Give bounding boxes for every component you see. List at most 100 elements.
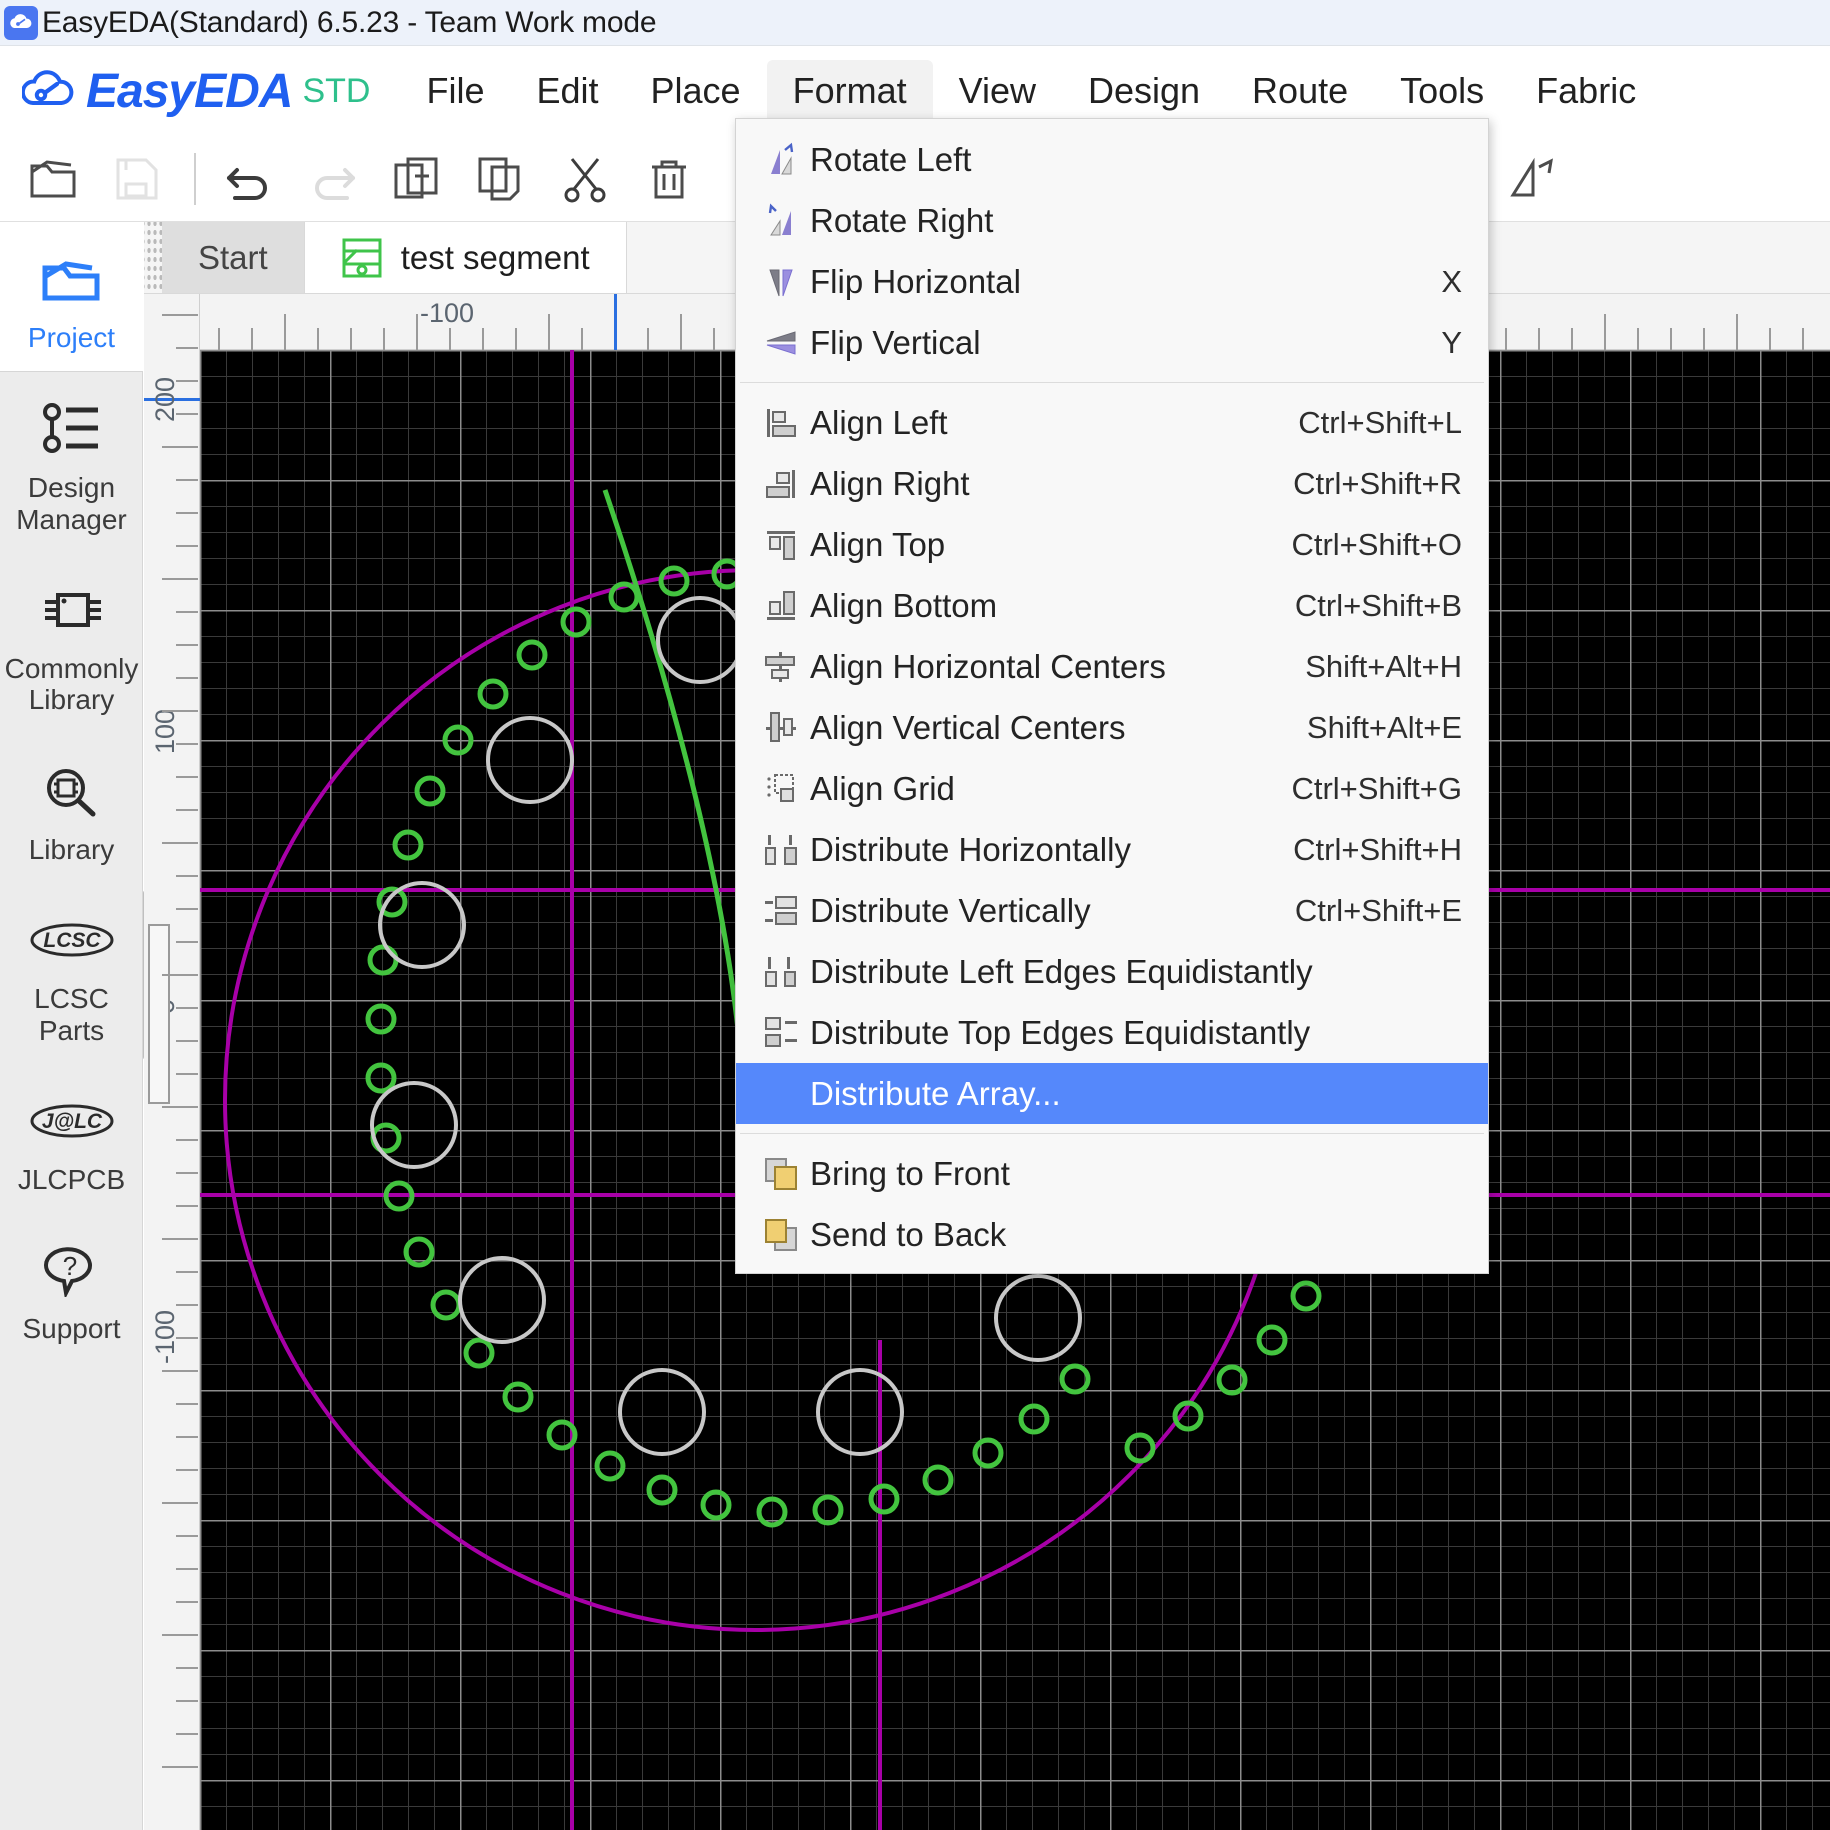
menu-item-label: Send to Back bbox=[810, 1215, 1007, 1253]
menu-item-shortcut: Ctrl+Shift+E bbox=[1294, 892, 1462, 928]
toolbar-separator bbox=[194, 152, 196, 205]
tab-test-segment[interactable]: test segment bbox=[304, 222, 627, 293]
menu-item-label: Align Horizontal Centers bbox=[810, 647, 1166, 685]
sidebar-item-library[interactable]: Library bbox=[0, 734, 143, 883]
menu-edit[interactable]: Edit bbox=[510, 60, 624, 122]
svg-text:?: ? bbox=[62, 1251, 76, 1281]
align-vertical-centers-icon bbox=[752, 708, 810, 748]
menu-divider bbox=[740, 382, 1484, 383]
menu-view[interactable]: View bbox=[933, 60, 1062, 122]
sidebar-item-lcsc-parts[interactable]: LCSC LCSC Parts bbox=[0, 883, 143, 1064]
sidebar-item-label: Support bbox=[22, 1313, 121, 1345]
menu-item-label: Distribute Array... bbox=[810, 1074, 1061, 1112]
ruler-label-y-200: 200 bbox=[150, 376, 180, 422]
menu-item-distribute-left-edges-equidistantly[interactable]: Distribute Left Edges Equidistantly bbox=[736, 941, 1488, 1002]
menu-route[interactable]: Route bbox=[1226, 60, 1374, 122]
distribute-top-edges-icon bbox=[752, 1013, 810, 1053]
bring-to-front-icon bbox=[752, 1154, 810, 1194]
hierarchy-icon bbox=[40, 394, 104, 464]
paste-icon[interactable] bbox=[386, 148, 448, 210]
sidebar-item-support[interactable]: ? Support bbox=[0, 1213, 143, 1362]
sidebar-item-jlcpcb[interactable]: J@LC JLCPCB bbox=[0, 1064, 143, 1213]
menu-place[interactable]: Place bbox=[625, 60, 767, 122]
distribute-vertically-icon bbox=[752, 891, 810, 931]
mirror-icon[interactable] bbox=[1502, 148, 1564, 210]
menu-item-shortcut: Ctrl+Shift+L bbox=[1298, 404, 1462, 440]
menu-item-shortcut: Shift+Alt+E bbox=[1306, 709, 1462, 745]
menu-item-align-top[interactable]: Align Top Ctrl+Shift+O bbox=[736, 514, 1488, 575]
align-bottom-icon bbox=[752, 586, 810, 626]
menu-item-distribute-vertically[interactable]: Distribute Vertically Ctrl+Shift+E bbox=[736, 880, 1488, 941]
sidebar-item-project[interactable]: Project bbox=[0, 222, 143, 373]
brand-name: EasyEDA bbox=[86, 64, 293, 118]
copy-icon[interactable] bbox=[470, 148, 532, 210]
ruler-label-x: -100 bbox=[420, 298, 475, 328]
menu-item-label: Align Top bbox=[810, 525, 946, 563]
open-icon[interactable] bbox=[22, 148, 84, 210]
menu-item-label: Rotate Left bbox=[810, 140, 972, 178]
menu-item-rotate-right[interactable]: Rotate Right bbox=[736, 190, 1488, 251]
svg-text:J@LC: J@LC bbox=[41, 1110, 102, 1133]
pcb-doc-icon bbox=[341, 237, 383, 279]
menu-item-distribute-top-edges-equidistantly[interactable]: Distribute Top Edges Equidistantly bbox=[736, 1002, 1488, 1063]
save-icon[interactable] bbox=[106, 148, 168, 210]
jlcpcb-logo-icon: J@LC bbox=[24, 1086, 120, 1156]
distribute-left-edges-icon bbox=[752, 952, 810, 992]
sidebar-item-commonly-library[interactable]: Commonly Library bbox=[0, 553, 143, 734]
delete-icon[interactable] bbox=[638, 148, 700, 210]
sidebar-item-design-manager[interactable]: Design Manager bbox=[0, 372, 143, 553]
menu-item-align-bottom[interactable]: Align Bottom Ctrl+Shift+B bbox=[736, 575, 1488, 636]
sidebar-item-label: Design Manager bbox=[16, 472, 127, 535]
window-title: EasyEDA(Standard) 6.5.23 - Team Work mod… bbox=[42, 5, 657, 39]
cursor-guide-x bbox=[614, 294, 617, 350]
vertical-ruler: 200 100 0 -100 bbox=[144, 294, 200, 1830]
menu-item-rotate-left[interactable]: Rotate Left bbox=[736, 129, 1488, 190]
undo-icon[interactable] bbox=[218, 148, 280, 210]
menu-item-align-left[interactable]: Align Left Ctrl+Shift+L bbox=[736, 392, 1488, 453]
menu-item-label: Rotate Right bbox=[810, 201, 994, 239]
menu-item-flip-horizontal[interactable]: Flip Horizontal X bbox=[736, 251, 1488, 312]
tab-drag-grip[interactable] bbox=[144, 222, 162, 293]
easyeda-cloud-icon bbox=[4, 5, 38, 40]
menu-item-bring-to-front[interactable]: Bring to Front bbox=[736, 1143, 1488, 1204]
window-titlebar: EasyEDA(Standard) 6.5.23 - Team Work mod… bbox=[0, 0, 1830, 46]
menu-item-label: Align Grid bbox=[810, 769, 955, 807]
menu-item-flip-vertical[interactable]: Flip Vertical Y bbox=[736, 312, 1488, 373]
sidebar-item-label: JLCPCB bbox=[17, 1163, 126, 1195]
tab-start[interactable]: Start bbox=[162, 222, 305, 293]
redo-icon[interactable] bbox=[302, 148, 364, 210]
send-to-back-icon bbox=[752, 1215, 810, 1255]
menu-item-label: Align Bottom bbox=[810, 586, 998, 624]
menu-item-align-vertical-centers[interactable]: Align Vertical Centers Shift+Alt+E bbox=[736, 697, 1488, 758]
menu-tools[interactable]: Tools bbox=[1374, 60, 1510, 122]
menu-item-align-right[interactable]: Align Right Ctrl+Shift+R bbox=[736, 453, 1488, 514]
easyeda-cloud-logo-icon bbox=[22, 70, 74, 105]
menu-item-distribute-horizontally[interactable]: Distribute Horizontally Ctrl+Shift+H bbox=[736, 819, 1488, 880]
format-dropdown-menu[interactable]: Rotate Left Rotate Right Flip Horizontal X F… bbox=[735, 118, 1489, 1274]
chip-icon bbox=[40, 575, 104, 645]
menu-item-shortcut: Ctrl+Shift+H bbox=[1293, 831, 1462, 867]
align-left-icon bbox=[752, 403, 810, 443]
vertical-scrollbar-thumb[interactable] bbox=[148, 924, 170, 1104]
menu-design[interactable]: Design bbox=[1062, 60, 1226, 122]
menu-file[interactable]: File bbox=[400, 60, 510, 122]
folder-icon bbox=[40, 244, 104, 314]
menu-format[interactable]: Format bbox=[766, 60, 933, 122]
align-right-icon bbox=[752, 464, 810, 504]
tab-label: test segment bbox=[400, 238, 590, 276]
cut-icon[interactable] bbox=[554, 148, 616, 210]
menu-item-align-grid[interactable]: Align Grid Ctrl+Shift+G bbox=[736, 758, 1488, 819]
menu-item-align-horizontal-centers[interactable]: Align Horizontal Centers Shift+Alt+H bbox=[736, 636, 1488, 697]
ruler-label-y-100: 100 bbox=[150, 708, 180, 754]
left-sidebar: Project Design Manager Commonly Library Libra… bbox=[0, 222, 143, 1830]
menu-item-label: Align Left bbox=[810, 403, 948, 441]
sidebar-item-label: Commonly Library bbox=[4, 653, 139, 716]
menu-item-distribute-array[interactable]: Distribute Array... bbox=[736, 1063, 1488, 1124]
menu-item-send-to-back[interactable]: Send to Back bbox=[736, 1204, 1488, 1265]
menu-item-label: Distribute Top Edges Equidistantly bbox=[810, 1013, 1311, 1051]
menu-fabric[interactable]: Fabric bbox=[1510, 60, 1662, 122]
easyeda-logo: EasyEDA STD bbox=[22, 64, 370, 119]
align-horizontal-centers-icon bbox=[752, 647, 810, 687]
menu-item-shortcut: Ctrl+Shift+R bbox=[1293, 465, 1462, 501]
menu-item-label: Distribute Horizontally bbox=[810, 830, 1131, 868]
